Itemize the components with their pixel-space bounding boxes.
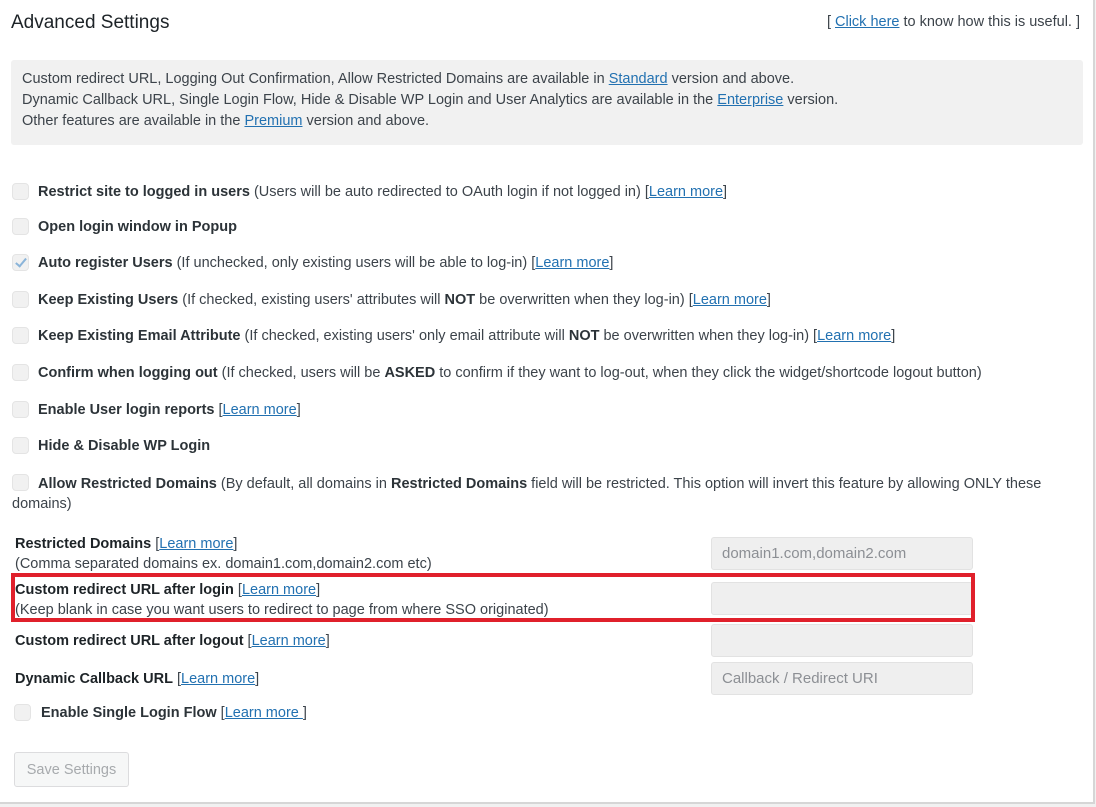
option-label: Restrict site to logged in users <box>38 184 250 200</box>
notice-line-premium: Other features are available in the Prem… <box>22 111 1072 132</box>
help-text: [ Click here to know how this is useful.… <box>827 14 1080 30</box>
option-emphasis: ASKED <box>384 365 436 381</box>
auto-register-checkbox[interactable] <box>12 254 29 271</box>
option-desc: (By default, all domains in <box>216 476 391 492</box>
hide-wp-login-checkbox[interactable] <box>12 437 29 454</box>
learn-more-link[interactable]: Learn more <box>693 292 767 308</box>
option-text: Allow Restricted Domains (By default, al… <box>12 476 1041 512</box>
notice-text: version and above. <box>302 113 430 129</box>
option-auto-register: Auto register Users (If unchecked, only … <box>12 253 1062 273</box>
bracket-open: [ <box>826 14 835 30</box>
option-label: Hide & Disable WP Login <box>38 438 211 454</box>
option-desc: (If checked, existing users' only email … <box>240 328 569 344</box>
option-allow-restricted: Allow Restricted Domains (By default, al… <box>12 473 1062 514</box>
option-text: Enable Single Login Flow [Learn more ] <box>41 705 307 721</box>
option-keep-users: Keep Existing Users (If checked, existin… <box>12 290 1062 310</box>
option-label: Confirm when logging out <box>38 365 218 381</box>
option-text: Restrict site to logged in users (Users … <box>38 184 728 200</box>
allow-restricted-checkbox[interactable] <box>12 474 29 491</box>
learn-more-link[interactable]: Learn more <box>181 671 255 687</box>
option-text: Auto register Users (If unchecked, only … <box>38 255 614 271</box>
notice-text: Custom redirect URL, Logging Out Confirm… <box>22 71 609 87</box>
option-desc: (Users will be auto redirected to OAuth … <box>249 184 645 200</box>
learn-more-link[interactable]: Learn more <box>817 328 891 344</box>
redirect-logout-input[interactable] <box>711 624 973 657</box>
option-desc: be overwritten when they log-in) <box>599 328 814 344</box>
learn-more-link[interactable]: Learn more <box>159 536 233 552</box>
option-desc: (If checked, users will be <box>217 365 385 381</box>
premium-link[interactable]: Premium <box>244 113 302 129</box>
option-desc: (If unchecked, only existing users will … <box>172 255 532 271</box>
single-login-checkbox[interactable] <box>14 704 31 721</box>
option-label: Open login window in Popup <box>38 219 237 235</box>
option-emphasis: NOT <box>568 328 600 344</box>
option-desc: (If checked, existing users' attributes … <box>178 292 445 308</box>
login-reports-checkbox[interactable] <box>12 401 29 418</box>
option-single-login: Enable Single Login Flow [Learn more ] <box>14 703 1064 723</box>
field-label: Dynamic Callback URL <box>15 671 173 687</box>
option-desc: be overwritten when they log-in) <box>475 292 689 308</box>
field-hint: (Comma separated domains ex. domain1.com… <box>15 556 432 572</box>
option-text: Enable User login reports [Learn more] <box>38 402 301 418</box>
standard-link[interactable]: Standard <box>609 71 668 87</box>
option-text: Confirm when logging out (If checked, us… <box>38 363 982 383</box>
field-label: Restricted Domains <box>15 536 152 552</box>
notice-line-enterprise: Dynamic Callback URL, Single Login Flow,… <box>22 90 1072 111</box>
save-settings-button[interactable]: Save Settings <box>14 752 129 787</box>
option-label: Enable Single Login Flow <box>41 705 217 721</box>
notice-line-standard: Custom redirect URL, Logging Out Confirm… <box>22 69 1072 90</box>
learn-more-link[interactable]: Learn more <box>252 633 326 649</box>
advanced-settings-panel: Advanced Settings [ Click here to know h… <box>0 0 1095 804</box>
option-emphasis: Restricted Domains <box>390 476 528 492</box>
learn-more-link[interactable]: Learn more <box>535 255 609 271</box>
option-emphasis: NOT <box>444 292 476 308</box>
restrict-site-checkbox[interactable] <box>12 183 29 200</box>
confirm-logout-checkbox[interactable] <box>12 364 29 381</box>
option-restrict-site: Restrict site to logged in users (Users … <box>12 182 1062 202</box>
option-text: Keep Existing Users (If checked, existin… <box>38 292 771 308</box>
option-label: Keep Existing Email Attribute <box>38 328 241 344</box>
dynamic-callback-label: Dynamic Callback URL [Learn more] <box>15 671 260 687</box>
option-text: Keep Existing Email Attribute (If checke… <box>38 328 896 344</box>
keep-email-checkbox[interactable] <box>12 327 29 344</box>
option-hide-wp-login: Hide & Disable WP Login <box>12 436 1062 456</box>
help-suffix: to know how this is useful. ] <box>899 14 1080 30</box>
popup-checkbox[interactable] <box>12 218 29 235</box>
learn-more-link[interactable]: Learn more <box>225 705 303 721</box>
field-label: Custom redirect URL after logout <box>15 633 244 649</box>
notice-text: Dynamic Callback URL, Single Login Flow,… <box>22 92 718 108</box>
option-keep-email: Keep Existing Email Attribute (If checke… <box>12 326 1062 346</box>
learn-more-link[interactable]: Learn more <box>649 184 723 200</box>
option-label: Allow Restricted Domains <box>38 476 217 492</box>
notice-text: Other features are available in the <box>22 113 245 129</box>
page-title: Advanced Settings <box>11 12 170 33</box>
highlight-box <box>11 573 975 622</box>
option-label: Keep Existing Users <box>38 292 179 308</box>
plan-notice: Custom redirect URL, Logging Out Confirm… <box>11 60 1083 145</box>
option-login-reports: Enable User login reports [Learn more] <box>12 400 1062 420</box>
option-label: Enable User login reports <box>38 402 215 418</box>
keep-users-checkbox[interactable] <box>12 291 29 308</box>
notice-text: version and above. <box>667 71 795 87</box>
learn-more-link[interactable]: Learn more <box>223 402 297 418</box>
option-popup: Open login window in Popup <box>12 217 1062 237</box>
click-here-link[interactable]: Click here <box>835 14 899 30</box>
restricted-domains-label: Restricted Domains [Learn more] (Comma s… <box>15 536 432 572</box>
dynamic-callback-input[interactable] <box>711 662 973 695</box>
restricted-domains-input[interactable] <box>711 537 973 570</box>
option-confirm-logout: Confirm when logging out (If checked, us… <box>12 363 1062 383</box>
option-desc: to confirm if they want to log-out, when… <box>435 365 982 381</box>
option-label: Auto register Users <box>38 255 173 271</box>
notice-text: version. <box>783 92 839 108</box>
redirect-logout-label: Custom redirect URL after logout [Learn … <box>15 633 330 649</box>
enterprise-link[interactable]: Enterprise <box>717 92 783 108</box>
